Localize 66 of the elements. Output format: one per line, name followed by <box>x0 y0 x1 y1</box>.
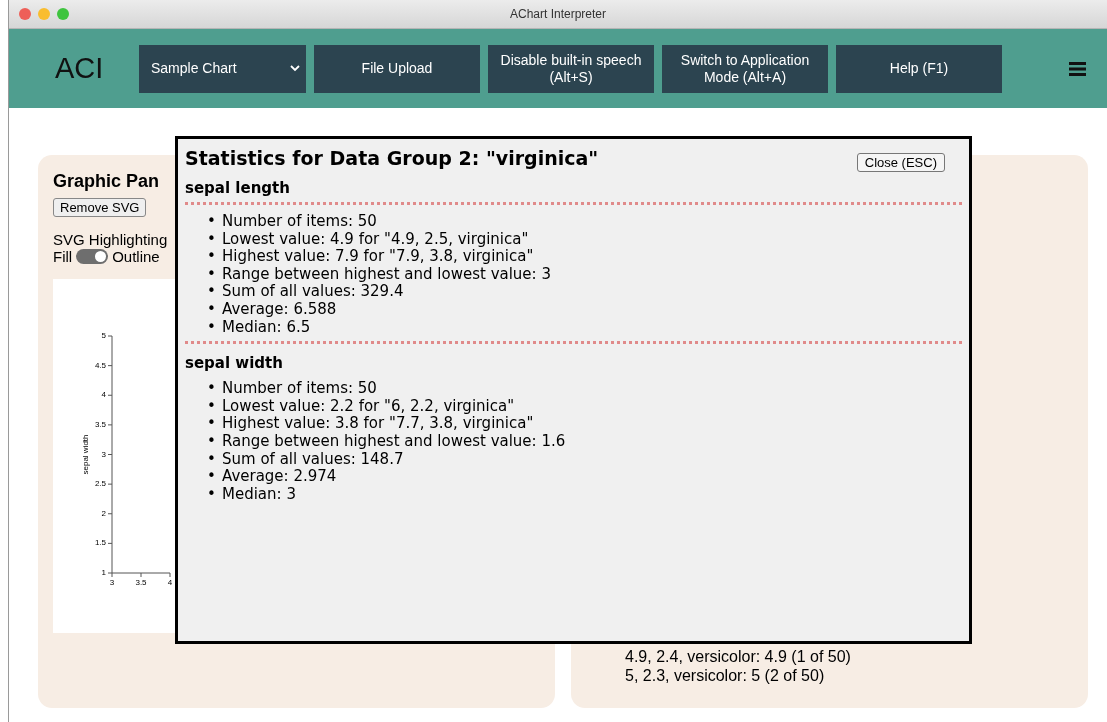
tick-label: 4.5 <box>94 360 106 370</box>
stat-item: Range between highest and lowest value: 1.6 <box>222 432 566 451</box>
stat-item: Number of items: 50 <box>222 213 377 231</box>
header-button[interactable]: File Upload <box>314 44 480 93</box>
tick-label: 3.5 <box>135 578 147 587</box>
tick-label: 1 <box>101 568 106 577</box>
stat-item: Sum of all values: 148.7 <box>222 450 404 469</box>
maximize-icon[interactable] <box>57 8 69 20</box>
bullet-icon: • <box>207 380 222 398</box>
bullet-icon: • <box>207 265 222 284</box>
stat-item: Range between highest and lowest value: 3 <box>222 265 551 284</box>
section-heading: sepal length <box>185 179 290 197</box>
chart-select[interactable]: Sample Chart <box>139 44 306 93</box>
close-button[interactable]: Close (ESC) <box>856 153 945 172</box>
tick-label: 3.5 <box>94 419 106 429</box>
chevron-icon <box>290 65 300 72</box>
stat-item: Number of items: 50 <box>222 380 377 398</box>
close-icon[interactable] <box>19 8 31 20</box>
bullet-icon: • <box>207 468 222 486</box>
highlighting-label: SVG Highlighting <box>53 231 168 248</box>
menu-icon[interactable] <box>1069 61 1086 76</box>
stat-item: Median: 3 <box>222 485 296 504</box>
tick-label: 2 <box>101 508 106 518</box>
bullet-icon: • <box>207 318 222 337</box>
bullet-icon: • <box>207 300 222 319</box>
header-button[interactable]: Help (F1) <box>836 44 1002 93</box>
tick-label: 5 <box>101 331 106 340</box>
stat-item: Average: 2.974 <box>222 468 337 486</box>
dialog-title: Statistics for Data Group 2: "virginica" <box>185 147 599 169</box>
tick-label: 4 <box>101 390 106 400</box>
stat-item: Average: 6.588 <box>222 300 337 319</box>
bullet-icon: • <box>207 415 222 433</box>
stat-item: Highest value: 7.9 for "7.9, 3.8, virginica" <box>222 248 534 266</box>
bullet-icon: • <box>207 432 222 451</box>
remove-svg-button[interactable]: Remove SVG <box>53 198 147 217</box>
axis-title: sepal width <box>81 434 90 475</box>
toggle-label: Outline <box>112 248 160 265</box>
section-heading: sepal width <box>185 354 283 373</box>
stat-item: Sum of all values: 329.4 <box>222 283 404 301</box>
bullet-icon: • <box>207 485 222 504</box>
minimize-icon[interactable] <box>38 8 50 20</box>
data-point-text: 4.9, 2.4, versicolor: 4.9 (1 of 50) <box>625 647 851 666</box>
bullet-icon: • <box>207 248 222 266</box>
toggle-label: Fill <box>53 248 73 265</box>
tick-label: 3 <box>109 578 115 587</box>
stat-item: Median: 6.5 <box>222 318 311 337</box>
stat-item: Lowest value: 4.9 for "4.9, 2.5, virginica" <box>222 230 529 249</box>
tick-label: 1.5 <box>94 538 106 548</box>
bullet-icon: • <box>207 230 222 249</box>
data-point-text: 5, 2.3, versicolor: 5 (2 of 50) <box>625 666 825 685</box>
tick-label: 3 <box>101 449 106 459</box>
bullet-icon: • <box>207 283 222 301</box>
x-axis <box>111 572 171 578</box>
bullet-icon: • <box>207 213 222 231</box>
header-button[interactable]: Switch to Application Mode (Alt+A) <box>662 44 828 93</box>
app-logo: ACI <box>55 52 105 85</box>
stat-item: Lowest value: 2.2 for "6, 2.2, virginica" <box>222 397 515 416</box>
header-button[interactable]: Disable built-in speech (Alt+S) <box>488 44 654 93</box>
window-title: AChart Interpreter <box>509 7 606 21</box>
bullet-icon: • <box>207 450 222 469</box>
stat-item: Highest value: 3.8 for "7.7, 3.8, virginica" <box>222 415 534 433</box>
highlight-toggle[interactable] <box>76 249 109 264</box>
tick-label: 2.5 <box>94 479 106 489</box>
bullet-icon: • <box>207 397 222 416</box>
tick-label: 4 <box>167 578 173 587</box>
panel-title: Graphic Pan <box>53 171 160 192</box>
